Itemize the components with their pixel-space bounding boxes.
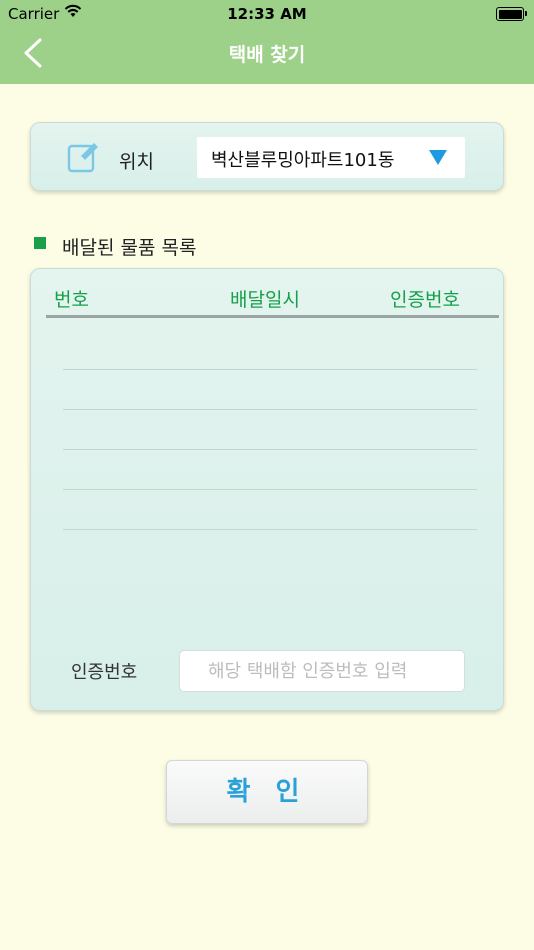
column-header-auth-code: 인증번호 (390, 289, 460, 311)
column-header-number: 번호 (54, 289, 89, 311)
row-divider (63, 409, 477, 410)
clock: 12:33 AM (227, 5, 307, 23)
row-divider (63, 529, 477, 530)
row-divider (63, 489, 477, 490)
delivered-list-card: 번호 배달일시 인증번호 인증번호 (30, 268, 504, 711)
status-bar: Carrier 12:33 AM (0, 0, 534, 28)
page-title: 택배 찾기 (228, 44, 306, 66)
row-divider (63, 369, 477, 370)
edit-icon (67, 140, 101, 174)
location-selected-value: 벽산블루밍아파트101동 (211, 150, 395, 171)
triangle-down-icon (429, 150, 447, 169)
location-card: 위치 벽산블루밍아파트101동 (30, 122, 504, 191)
row-divider (63, 449, 477, 450)
battery-icon (496, 7, 527, 21)
section-title: 배달된 물품 목록 (62, 237, 197, 259)
auth-code-input[interactable] (179, 650, 465, 692)
location-dropdown[interactable]: 벽산블루밍아파트101동 (197, 137, 465, 178)
confirm-button[interactable]: 확 인 (166, 760, 368, 824)
header-divider (46, 315, 499, 318)
location-label: 위치 (119, 151, 154, 173)
auth-code-label: 인증번호 (71, 662, 138, 683)
column-header-delivery-time: 배달일시 (230, 289, 300, 311)
square-bullet-icon (34, 237, 46, 249)
top-bar: Carrier 12:33 AM 택배 찾기 (0, 0, 534, 84)
